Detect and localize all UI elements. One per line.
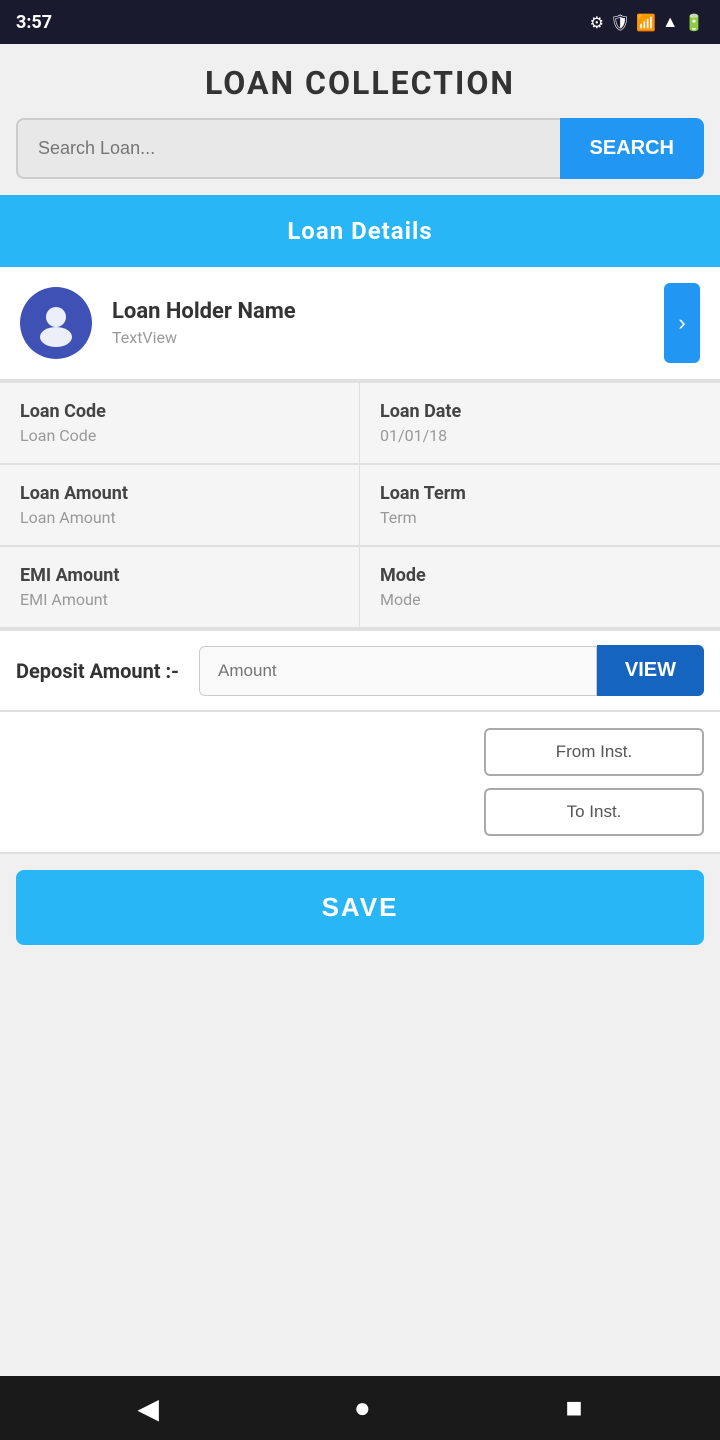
mode-value: Mode: [380, 590, 700, 609]
home-button[interactable]: ●: [334, 1384, 391, 1432]
loan-details-header: Loan Details: [0, 195, 720, 267]
to-inst-button[interactable]: To Inst.: [484, 788, 704, 836]
save-section: Save: [0, 854, 720, 961]
loan-date-label: Loan Date: [380, 401, 700, 422]
emi-amount-cell: EMI Amount EMI Amount: [0, 547, 360, 629]
loan-code-cell: Loan Code Loan Code: [0, 383, 360, 465]
status-bar: 3:57 ⚙ 🛡 📶 ▲ 🔋: [0, 0, 720, 44]
loan-amount-value: Loan Amount: [20, 508, 339, 527]
to-inst-row: To Inst.: [16, 788, 704, 836]
loan-date-value: 01/01/18: [380, 426, 700, 445]
view-button[interactable]: VIEW: [597, 645, 704, 696]
loan-holder-sub: TextView: [112, 328, 664, 347]
deposit-amount-input[interactable]: [199, 646, 597, 696]
emi-amount-label: EMI Amount: [20, 565, 339, 586]
loan-code-value: Loan Code: [20, 426, 339, 445]
loan-holder-info: Loan Holder Name TextView: [112, 299, 664, 347]
info-grid: Loan Code Loan Code Loan Date 01/01/18 L…: [0, 381, 720, 629]
mode-label: Mode: [380, 565, 700, 586]
loan-amount-cell: Loan Amount Loan Amount: [0, 465, 360, 547]
bottom-nav: ◀ ● ■: [0, 1376, 720, 1440]
status-icons: ⚙ 🛡 📶 ▲ 🔋: [590, 12, 704, 32]
emi-amount-value: EMI Amount: [20, 590, 339, 609]
save-button[interactable]: Save: [16, 870, 704, 945]
page-title: LOAN COLLECTION: [16, 64, 704, 102]
mode-cell: Mode Mode: [360, 547, 720, 629]
search-section: SEARCH: [16, 118, 704, 179]
from-inst-button[interactable]: From Inst.: [484, 728, 704, 776]
loan-amount-label: Loan Amount: [20, 483, 339, 504]
search-button[interactable]: SEARCH: [560, 118, 704, 179]
main-content: LOAN COLLECTION SEARCH Loan Details Loan…: [0, 44, 720, 1376]
sim-icon: 📶: [636, 13, 656, 32]
transfer-section: From Inst. To Inst.: [0, 712, 720, 854]
page-header: LOAN COLLECTION: [0, 44, 720, 118]
from-inst-row: From Inst.: [16, 728, 704, 776]
avatar: [20, 287, 92, 359]
loan-details-title: Loan Details: [287, 217, 432, 245]
battery-icon: 🔋: [684, 13, 704, 32]
deposit-label: Deposit Amount :-: [16, 659, 179, 683]
loan-date-cell: Loan Date 01/01/18: [360, 383, 720, 465]
deposit-row: Deposit Amount :- VIEW: [0, 629, 720, 712]
loan-code-label: Loan Code: [20, 401, 339, 422]
wifi-icon: ▲: [662, 12, 678, 32]
loan-term-value: Term: [380, 508, 700, 527]
status-time: 3:57: [16, 12, 52, 33]
loan-term-cell: Loan Term Term: [360, 465, 720, 547]
loan-term-label: Loan Term: [380, 483, 700, 504]
loan-holder-card: Loan Holder Name TextView ›: [0, 267, 720, 381]
expand-button[interactable]: ›: [664, 283, 700, 363]
loan-holder-name: Loan Holder Name: [112, 299, 664, 324]
back-button[interactable]: ◀: [117, 1384, 179, 1433]
settings-icon: ⚙: [590, 13, 604, 32]
recent-button[interactable]: ■: [546, 1384, 603, 1432]
search-input[interactable]: [16, 118, 560, 179]
shield-icon: 🛡: [610, 13, 630, 32]
